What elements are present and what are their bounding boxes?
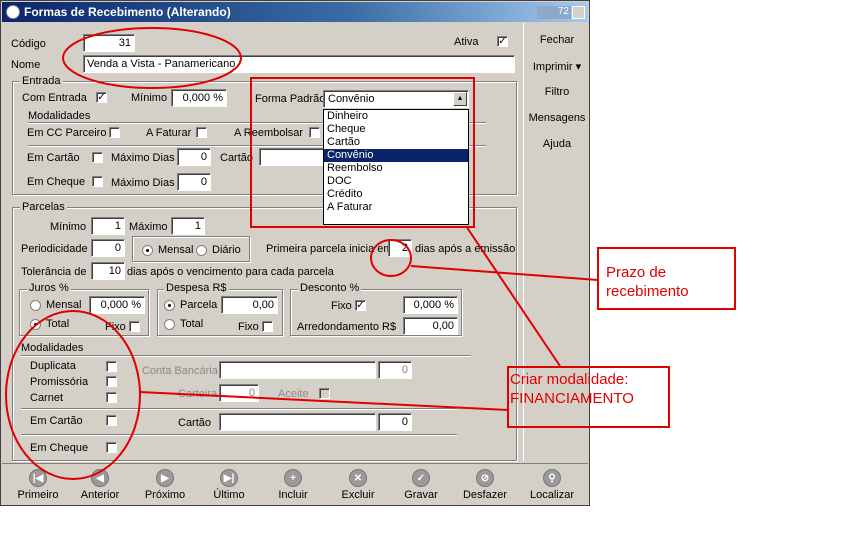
nome-highlight-ellipse <box>62 27 242 89</box>
prazo-annotation-text: Prazo de recebimento <box>606 263 689 301</box>
criar-annotation-line2: FINANCIAMENTO <box>510 390 634 407</box>
annotation-overlay <box>5 27 736 480</box>
primeira-parcela-highlight-ellipse <box>370 239 412 277</box>
criar-annotation-line1: Criar modalidade: <box>510 371 629 388</box>
prazo-annotation-line2: recebimento <box>606 283 689 300</box>
criar-annotation-text: Criar modalidade: FINANCIAMENTO <box>510 370 634 408</box>
forma-padrao-highlight-box <box>250 77 475 228</box>
prazo-annotation-line1: Prazo de <box>606 264 667 281</box>
criar-pointer-line-upper <box>465 225 561 367</box>
modalidades-highlight-ellipse <box>5 310 141 480</box>
prazo-pointer-line <box>410 265 599 281</box>
criar-pointer-line-lower <box>139 391 509 411</box>
